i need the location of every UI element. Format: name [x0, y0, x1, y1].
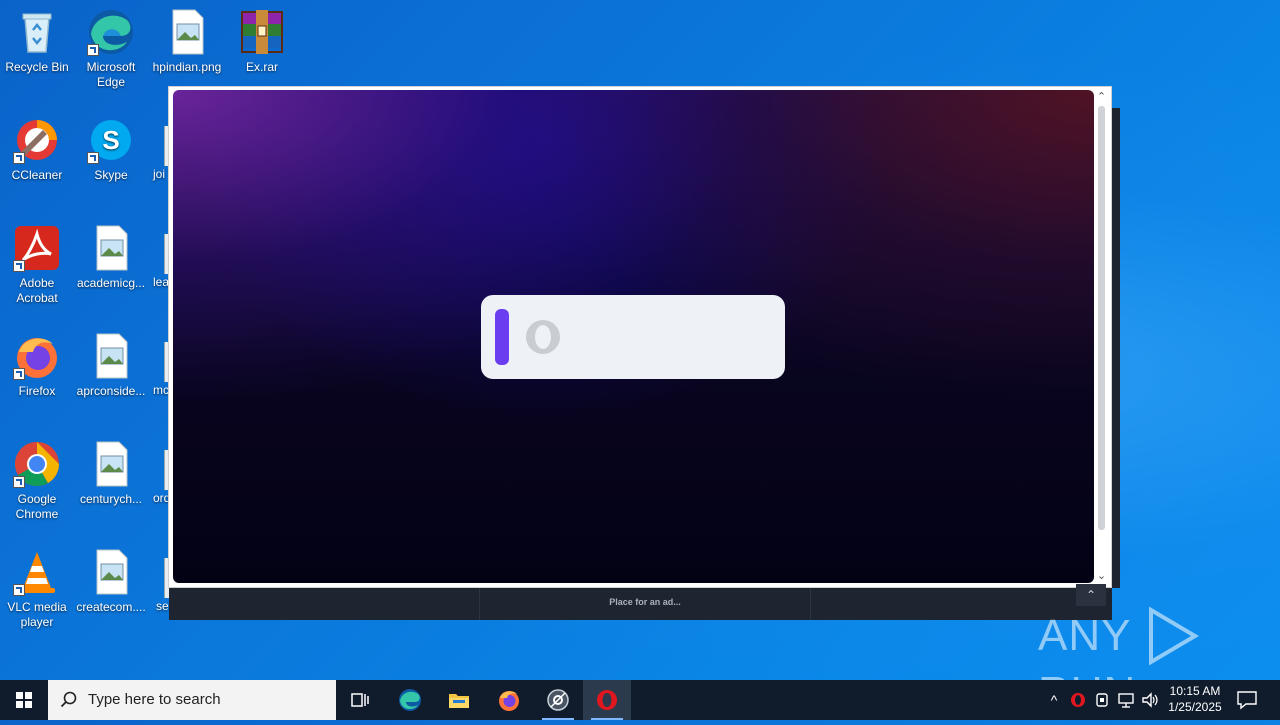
volume-icon[interactable]	[1140, 690, 1160, 710]
shortcut-arrow-icon	[87, 152, 99, 164]
scroll-thumb[interactable]	[1098, 106, 1105, 530]
icon-label: Google Chrome	[15, 492, 59, 521]
opera-icon	[597, 690, 617, 710]
firefox-icon	[13, 332, 61, 380]
desktop-icon-createcom[interactable]: createcom....	[76, 548, 146, 615]
task-view-button[interactable]	[336, 680, 384, 720]
ad-collapse-button[interactable]: ⌃	[1076, 584, 1106, 606]
recycle-bin-icon	[13, 8, 61, 56]
icon-label: Recycle Bin	[5, 60, 69, 74]
chrome-icon	[13, 440, 61, 488]
desktop-icon-ccleaner[interactable]: CCleaner	[2, 116, 72, 183]
popup-splash-area	[173, 90, 1094, 583]
watermark-left-text: ANY	[1038, 611, 1132, 660]
tray-device-icon[interactable]	[1092, 690, 1112, 710]
opera-logo-icon	[525, 319, 561, 355]
clipped-icon-label: joi	[153, 167, 166, 181]
icon-label: academicg...	[76, 276, 146, 290]
image-file-icon	[87, 548, 135, 596]
search-placeholder: Type here to search	[88, 691, 221, 708]
popup-scrollbar[interactable]: ⌃ ⌄	[1095, 90, 1108, 583]
image-file-icon	[163, 8, 211, 56]
network-icon[interactable]	[1116, 690, 1136, 710]
loader-progress-bar	[495, 309, 509, 365]
scroll-up-button[interactable]: ⌃	[1095, 90, 1108, 104]
taskbar-file-explorer-button[interactable]	[435, 680, 483, 720]
clipped-icon-label: se	[156, 599, 169, 613]
opera-popup-window: ⌃ ⌄	[168, 86, 1112, 588]
taskbar: Type here to search ^ 10:15 AM 1/25/2025	[0, 680, 1280, 720]
start-button[interactable]	[0, 680, 48, 720]
search-icon	[60, 691, 77, 708]
icon-label: Microsoft Edge	[86, 60, 136, 89]
clock-date: 1/25/2025	[1168, 700, 1222, 714]
icon-label: hpindian.png	[152, 60, 222, 74]
skype-icon: S	[87, 116, 135, 164]
shortcut-arrow-icon	[13, 476, 25, 488]
scroll-down-button[interactable]: ⌄	[1095, 569, 1108, 583]
image-file-icon	[87, 440, 135, 488]
ad-placeholder[interactable]: Place for an ad...	[479, 588, 811, 620]
windows-logo-icon	[16, 692, 32, 708]
icon-label: Firefox	[18, 384, 56, 398]
shortcut-arrow-icon	[13, 584, 25, 596]
clipped-icon-label: mc	[153, 383, 169, 397]
ad-bar: Place for an ad... ⌃	[169, 584, 1112, 620]
desktop-icon-hpindian[interactable]: hpindian.png	[152, 8, 222, 75]
desktop-icon-ex-rar[interactable]: Ex.rar	[227, 8, 297, 75]
icon-label: Ex.rar	[245, 60, 278, 74]
desktop-icon-academicg[interactable]: academicg...	[76, 224, 146, 291]
shortcut-arrow-icon	[13, 260, 25, 272]
icon-label: centurych...	[79, 492, 143, 506]
icon-label: VLC media player	[7, 600, 67, 629]
svg-text:S: S	[102, 125, 119, 155]
desktop-icon-centurych[interactable]: centurych...	[76, 440, 146, 507]
play-logo-icon	[1148, 606, 1199, 666]
icon-label: Skype	[94, 168, 128, 182]
ccleaner-icon	[13, 116, 61, 164]
taskbar-clock[interactable]: 10:15 AM 1/25/2025	[1160, 683, 1230, 715]
acrobat-icon	[13, 224, 61, 272]
tray-opera-icon[interactable]	[1068, 690, 1088, 710]
winrar-archive-icon	[238, 8, 286, 56]
task-view-icon	[351, 693, 369, 707]
desktop-icon-adobe-acrobat[interactable]: Adobe Acrobat	[2, 224, 72, 306]
desktop-icon-aprconside[interactable]: aprconside...	[76, 332, 146, 399]
desktop-icon-skype[interactable]: S Skype	[76, 116, 146, 183]
shortcut-arrow-icon	[13, 152, 25, 164]
anyrun-watermark: ANY RUN	[1038, 606, 1238, 717]
popup-shadow	[1112, 108, 1120, 588]
edge-icon	[87, 8, 135, 56]
loader-card	[481, 295, 785, 379]
icon-label: CCleaner	[11, 168, 63, 182]
icon-label: Adobe Acrobat	[16, 276, 58, 305]
desktop-icon-recycle-bin[interactable]: Recycle Bin	[2, 8, 72, 75]
file-explorer-icon	[449, 694, 469, 708]
notification-center-button[interactable]	[1236, 690, 1258, 710]
clock-time: 10:15 AM	[1169, 684, 1221, 698]
desktop-icon-firefox[interactable]: Firefox	[2, 332, 72, 399]
show-hidden-icons-chevron-icon[interactable]: ^	[1044, 690, 1064, 710]
edge-icon	[399, 689, 421, 711]
taskbar-app-button[interactable]	[534, 680, 582, 720]
taskbar-firefox-button[interactable]	[485, 680, 533, 720]
taskbar-edge-button[interactable]	[386, 680, 434, 720]
shortcut-arrow-icon	[13, 368, 25, 380]
taskbar-search-box[interactable]: Type here to search	[48, 680, 336, 720]
gear-app-icon	[547, 689, 569, 711]
notification-icon	[1237, 691, 1257, 710]
desktop-icon-microsoft-edge[interactable]: Microsoft Edge	[76, 8, 146, 90]
icon-label: aprconside...	[76, 384, 146, 398]
taskbar-opera-button[interactable]	[583, 680, 631, 720]
shortcut-arrow-icon	[87, 44, 99, 56]
clipped-icon-label: lea	[153, 275, 170, 289]
image-file-icon	[87, 224, 135, 272]
vlc-icon	[13, 548, 61, 596]
firefox-icon	[499, 691, 519, 711]
desktop-icon-vlc[interactable]: VLC media player	[2, 548, 72, 630]
desktop-icon-google-chrome[interactable]: Google Chrome	[2, 440, 72, 522]
icon-label: createcom....	[76, 600, 146, 614]
image-file-icon	[87, 332, 135, 380]
